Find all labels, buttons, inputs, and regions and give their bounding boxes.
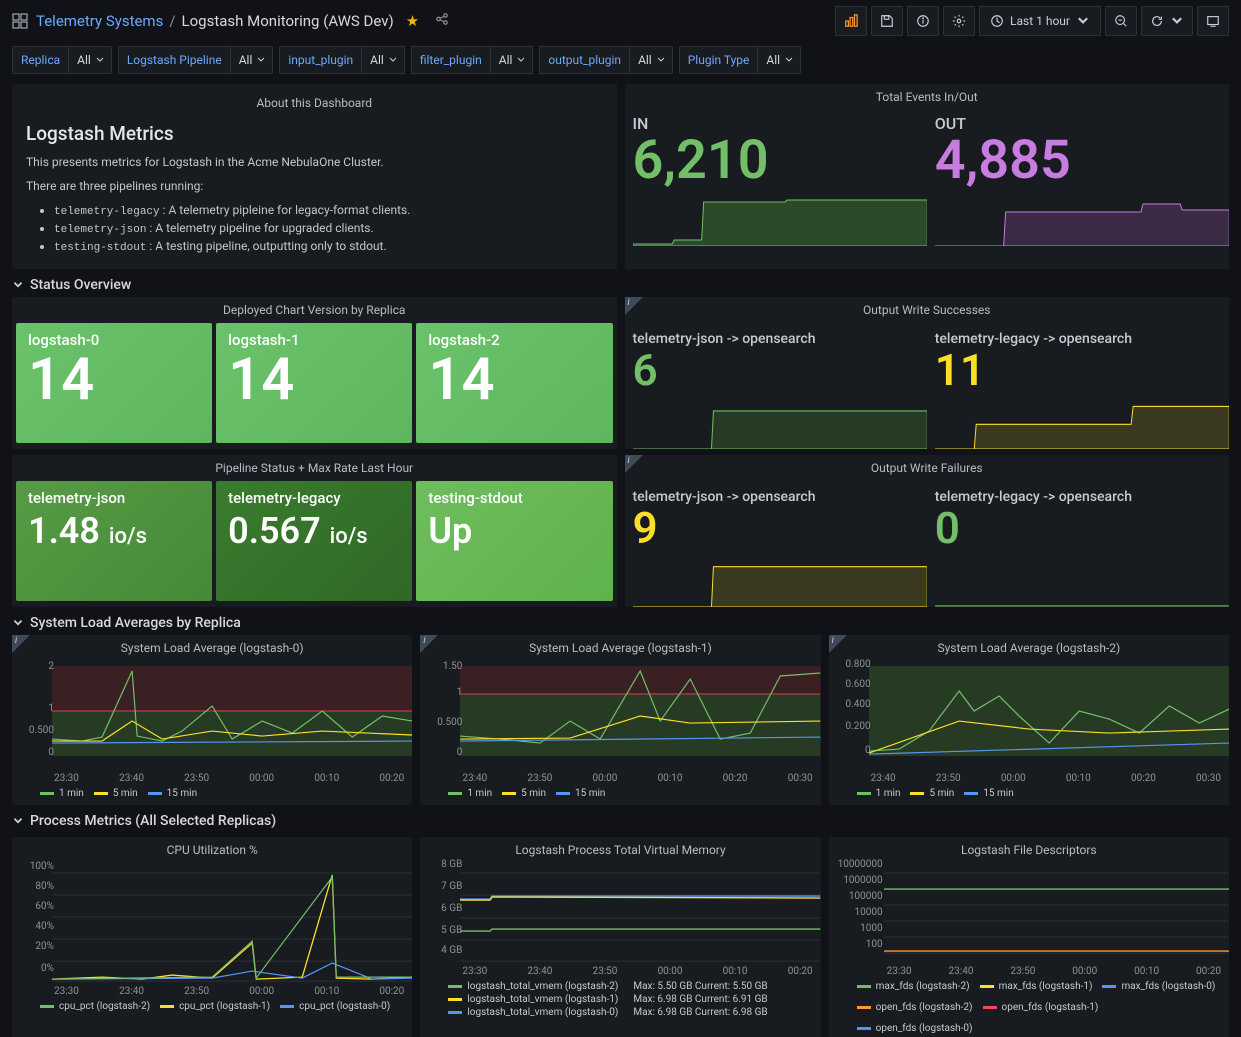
panel-title[interactable]: Total Events In/Out (625, 84, 1230, 110)
add-panel-button[interactable] (835, 6, 867, 36)
stat-card: logstash-214 (416, 323, 612, 443)
info-icon[interactable] (12, 635, 30, 653)
chevron-down-icon (12, 617, 24, 629)
panel-title[interactable]: Deployed Chart Version by Replica (12, 297, 617, 323)
chevron-down-icon (12, 279, 24, 291)
about-item: telemetry-json : A telemetry pipeline fo… (54, 221, 603, 236)
panel-title[interactable]: Pipeline Status + Max Rate Last Hour (12, 455, 617, 481)
write-success-panel: Output Write Successes telemetry-json ->… (625, 297, 1230, 449)
stat-card: testing-stdoutUp (416, 481, 612, 601)
pipeline-status-panel: Pipeline Status + Max Rate Last Hour tel… (12, 455, 617, 607)
stat-card: telemetry-legacy0.567 io/s (216, 481, 412, 601)
about-intro: This presents metrics for Logstash in th… (26, 155, 603, 169)
info-icon[interactable] (625, 455, 643, 473)
chart-legend: max_fds (logstash-2) max_fds (logstash-1… (829, 977, 1229, 1034)
row-load-averages[interactable]: System Load Averages by Replica (0, 607, 1241, 635)
stat-card: logstash-014 (16, 323, 212, 443)
vmem-chart: Logstash Process Total Virtual Memory 8 … (420, 837, 820, 1037)
info-icon[interactable] (420, 635, 438, 653)
panel-title[interactable]: Output Write Successes (625, 297, 1230, 323)
breadcrumb: Telemetry Systems / Logstash Monitoring … (36, 12, 449, 30)
write-failures-panel: Output Write Failures telemetry-json -> … (625, 455, 1230, 607)
panel-title[interactable]: About this Dashboard (26, 90, 603, 116)
var-replica[interactable]: ReplicaAll (12, 46, 112, 74)
sparkline-in (633, 190, 927, 246)
time-range-picker[interactable]: Last 1 hour (979, 6, 1101, 36)
fds-chart: Logstash File Descriptors 10000000 10000… (829, 837, 1229, 1037)
chart-version-panel: Deployed Chart Version by Replica logsta… (12, 297, 617, 449)
panel-title[interactable]: Output Write Failures (625, 455, 1230, 481)
about-item: testing-stdout : A testing pipeline, out… (54, 239, 603, 254)
star-icon[interactable]: ★ (406, 12, 419, 30)
variable-bar: ReplicaAll Logstash PipelineAll input_pl… (0, 42, 1241, 84)
save-button[interactable] (871, 6, 903, 36)
var-filter-plugin[interactable]: filter_pluginAll (411, 46, 534, 74)
chart-legend: logstash_total_vmem (logstash-2) Max: 5.… (420, 977, 820, 1018)
stat-value: 4,885 (935, 133, 1229, 190)
chart-legend: cpu_pct (logstash-2)cpu_pct (logstash-1)… (12, 997, 412, 1012)
about-item: telemetry-legacy : A telemetry pipleine … (54, 203, 603, 218)
sparkline-out (935, 190, 1229, 246)
events-in: IN 6,210 (625, 110, 927, 246)
stat-card: telemetry-json1.48 io/s (16, 481, 212, 601)
stat-card: logstash-114 (216, 323, 412, 443)
var-output-plugin[interactable]: output_pluginAll (539, 46, 672, 74)
stat-value: 6,210 (633, 133, 927, 190)
chart-legend: 1 min5 min15 min (829, 784, 1229, 799)
breadcrumb-current: Logstash Monitoring (AWS Dev) (182, 12, 394, 30)
row-status-overview[interactable]: Status Overview (0, 269, 1241, 297)
events-out: OUT 4,885 (927, 110, 1229, 246)
refresh-button[interactable] (1141, 6, 1193, 36)
var-input-plugin[interactable]: input_pluginAll (279, 46, 404, 74)
load-chart-2: System Load Average (logstash-2) 0.800 0… (829, 635, 1229, 805)
breadcrumb-separator: / (169, 12, 175, 30)
info-icon[interactable] (829, 635, 847, 653)
page-header: Telemetry Systems / Logstash Monitoring … (0, 0, 1241, 42)
cpu-chart: CPU Utilization % 100% 80% 60% 40% 20% 0… (12, 837, 412, 1037)
time-range-label: Last 1 hour (1010, 14, 1070, 28)
about-panel: About this Dashboard Logstash Metrics Th… (12, 84, 617, 269)
about-subintro: There are three pipelines running: (26, 179, 603, 193)
events-panel: Total Events In/Out IN 6,210 OUT 4,885 (625, 84, 1230, 269)
dashboard-icon (12, 13, 28, 29)
breadcrumb-root[interactable]: Telemetry Systems (36, 12, 163, 30)
row-process-metrics[interactable]: Process Metrics (All Selected Replicas) (0, 805, 1241, 833)
toolbar: Last 1 hour (835, 6, 1229, 36)
chart-legend: 1 min5 min15 min (420, 784, 820, 799)
zoom-out-button[interactable] (1105, 6, 1137, 36)
about-heading: Logstash Metrics (26, 122, 603, 145)
load-chart-1: System Load Average (logstash-1) 1.50 1 … (420, 635, 820, 805)
chevron-down-icon (12, 815, 24, 827)
settings-button[interactable] (943, 6, 975, 36)
info-icon[interactable] (625, 297, 643, 315)
about-list: telemetry-legacy : A telemetry pipleine … (26, 203, 603, 254)
chart-legend: 1 min5 min15 min (12, 784, 412, 799)
var-plugin-type[interactable]: Plugin TypeAll (679, 46, 801, 74)
load-chart-0: System Load Average (logstash-0) 2 1 0.5… (12, 635, 412, 805)
view-mode-button[interactable] (1197, 6, 1229, 36)
info-button[interactable] (907, 6, 939, 36)
var-pipeline[interactable]: Logstash PipelineAll (118, 46, 274, 74)
share-icon[interactable] (435, 12, 449, 30)
